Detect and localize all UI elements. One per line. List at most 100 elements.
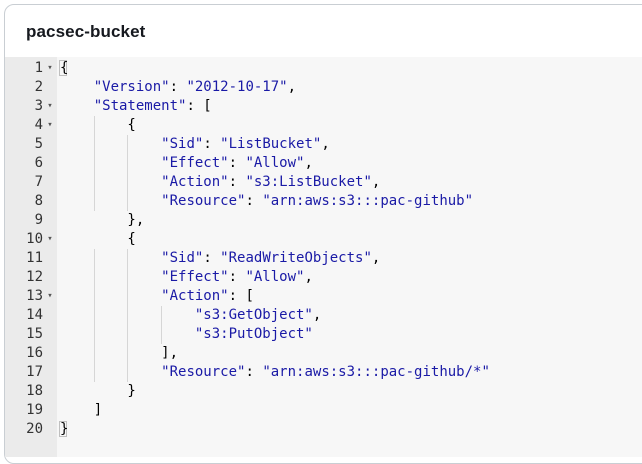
json-string: "s3:ListBucket" (245, 174, 372, 190)
json-punctuation: ] (60, 402, 103, 418)
json-punctuation: : (203, 136, 221, 152)
json-string: "Allow" (245, 269, 305, 285)
line-text: { (60, 116, 136, 135)
fold-toggle-icon[interactable]: ▾ (45, 59, 55, 78)
json-punctuation (60, 307, 195, 323)
line-text: { (60, 230, 135, 249)
json-punctuation: : (228, 269, 246, 285)
json-punctuation: , (371, 174, 381, 190)
line-text: "s3:GetObject", (60, 306, 321, 325)
line-text: "Statement": [ (60, 97, 212, 116)
line-number: 13 (26, 288, 43, 304)
json-key: "Effect" (161, 269, 229, 285)
json-string: "Allow" (245, 155, 305, 171)
json-punctuation: ], (60, 345, 179, 361)
json-key: "Resource" (161, 364, 246, 380)
line-text: "Version": "2012-10-17", (60, 78, 296, 97)
policy-panel: pacsec-bucket 1 ▾{2 "Version": "2012-10-1… (4, 4, 642, 464)
line-text: "s3:PutObject" (60, 325, 313, 344)
line-number: 14 (26, 307, 43, 323)
line-text: }, (60, 211, 144, 230)
line-number: 8 (34, 193, 43, 209)
json-punctuation: { (60, 117, 136, 133)
json-punctuation: , (321, 136, 330, 152)
line-text: ] (60, 401, 102, 420)
line-number: 4 (34, 117, 43, 133)
line-text: ], (60, 344, 178, 363)
line-text: "Sid": "ReadWriteObjects", (60, 249, 380, 268)
json-punctuation: } (60, 383, 136, 399)
json-punctuation: : (203, 250, 221, 266)
fold-toggle-icon[interactable]: ▾ (45, 97, 55, 116)
json-key: "Action" (161, 288, 229, 304)
json-punctuation: , (304, 155, 313, 171)
line-text: "Action": [ (60, 287, 254, 306)
line-number: 7 (34, 174, 43, 190)
line-number: 6 (34, 155, 43, 171)
line-number: 17 (26, 364, 43, 380)
line-number: 2 (34, 79, 43, 95)
line-text: { (60, 59, 68, 78)
fold-toggle-icon[interactable]: ▾ (45, 230, 55, 249)
line-text: "Resource": "arn:aws:s3:::pac-github" (60, 192, 473, 211)
json-punctuation (60, 269, 161, 285)
json-punctuation (60, 98, 94, 114)
json-punctuation (60, 326, 195, 342)
json-key: "Resource" (161, 193, 246, 209)
line-text: "Sid": "ListBucket", (60, 135, 330, 154)
json-punctuation: : (228, 174, 246, 190)
json-punctuation (60, 136, 161, 152)
json-punctuation: { (60, 60, 69, 76)
line-number: 15 (26, 326, 43, 342)
json-punctuation: : (228, 155, 246, 171)
line-text: } (60, 420, 68, 439)
json-punctuation (60, 193, 161, 209)
line-text: "Action": "s3:ListBucket", (60, 173, 380, 192)
panel-title: pacsec-bucket (26, 22, 146, 41)
json-string: "s3:GetObject" (194, 307, 313, 323)
json-punctuation: : (245, 193, 263, 209)
json-key: "Effect" (161, 155, 229, 171)
json-string: "ReadWriteObjects" (220, 250, 372, 266)
json-punctuation (60, 174, 161, 190)
json-punctuation (60, 155, 161, 171)
json-punctuation: , (287, 79, 297, 95)
json-punctuation: }, (60, 212, 145, 228)
json-key: "Sid" (161, 250, 204, 266)
line-number: 18 (26, 383, 43, 399)
json-punctuation: , (312, 307, 322, 323)
json-punctuation (60, 79, 94, 95)
line-number: 20 (26, 421, 43, 437)
line-number: 1 (34, 60, 43, 76)
json-punctuation: : (245, 364, 263, 380)
json-punctuation (60, 288, 161, 304)
json-key: "Statement" (93, 98, 187, 114)
code-editor[interactable]: 1 ▾{2 "Version": "2012-10-17", 3 ▾ "Stateme… (5, 57, 642, 457)
json-string: "ListBucket" (220, 136, 322, 152)
line-number: 19 (26, 402, 43, 418)
json-string: "arn:aws:s3:::pac-github/*" (262, 364, 490, 380)
json-punctuation: : (169, 79, 187, 95)
fold-toggle-icon[interactable]: ▾ (45, 116, 55, 135)
line-number: 5 (34, 136, 43, 152)
line-number: 11 (26, 250, 43, 266)
line-number: 16 (26, 345, 43, 361)
line-number: 9 (34, 212, 43, 228)
line-number: 10 (26, 231, 43, 247)
line-text: "Effect": "Allow", (60, 154, 313, 173)
json-punctuation: , (304, 269, 313, 285)
line-text: } (60, 382, 136, 401)
json-punctuation: , (371, 250, 381, 266)
json-punctuation: : [ (228, 288, 254, 304)
line-text: "Effect": "Allow", (60, 268, 313, 287)
json-key: "Action" (161, 174, 229, 190)
line-number: 3 (34, 98, 43, 114)
json-key: "Version" (93, 79, 170, 95)
json-punctuation: : [ (186, 98, 212, 114)
json-string: "arn:aws:s3:::pac-github" (262, 193, 474, 209)
line-text: "Resource": "arn:aws:s3:::pac-github/*" (60, 363, 490, 382)
fold-toggle-icon[interactable]: ▾ (45, 287, 55, 306)
json-punctuation: } (60, 421, 69, 437)
line-number: 12 (26, 269, 43, 285)
json-string: "2012-10-17" (186, 79, 288, 95)
